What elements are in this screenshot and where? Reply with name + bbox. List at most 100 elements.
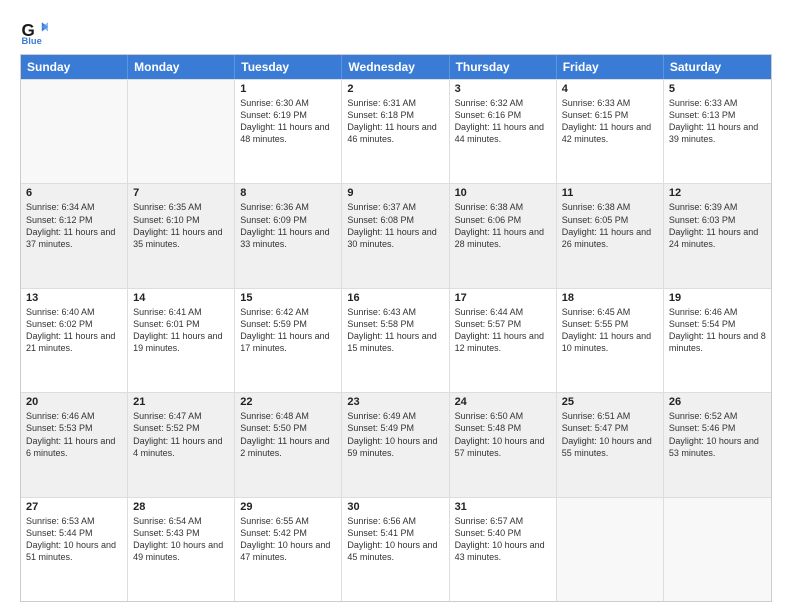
cell-info: Sunrise: 6:53 AMSunset: 5:44 PMDaylight:… [26,515,122,564]
day-number: 12 [669,187,766,199]
cell-info: Sunrise: 6:34 AMSunset: 6:12 PMDaylight:… [26,201,122,250]
cell-info: Sunrise: 6:49 AMSunset: 5:49 PMDaylight:… [347,410,443,459]
cell-info: Sunrise: 6:41 AMSunset: 6:01 PMDaylight:… [133,306,229,355]
cell-info: Sunrise: 6:38 AMSunset: 6:06 PMDaylight:… [455,201,551,250]
day-number: 6 [26,187,122,199]
day-number: 14 [133,292,229,304]
day-cell-17: 17 Sunrise: 6:44 AMSunset: 5:57 PMDayligh… [450,289,557,392]
cell-info: Sunrise: 6:37 AMSunset: 6:08 PMDaylight:… [347,201,443,250]
day-header-wednesday: Wednesday [342,55,449,79]
day-number: 3 [455,83,551,95]
day-number: 13 [26,292,122,304]
day-cell-26: 26Sunrise: 6:52 AMSunset: 5:46 PMDayligh… [664,393,771,496]
day-number: 18 [562,292,658,304]
day-cell-13: 13 Sunrise: 6:40 AMSunset: 6:02 PMDayligh… [21,289,128,392]
day-cell-12: 12 Sunrise: 6:39 AMSunset: 6:03 PMDayligh… [664,184,771,287]
day-number: 20 [26,396,122,408]
cell-info: Sunrise: 6:43 AMSunset: 5:58 PMDaylight:… [347,306,443,355]
cell-info: Sunrise: 6:45 AMSunset: 5:55 PMDaylight:… [562,306,658,355]
day-number: 5 [669,83,766,95]
cell-info: Sunrise: 6:40 AMSunset: 6:02 PMDaylight:… [26,306,122,355]
day-cell-11: 11 Sunrise: 6:38 AMSunset: 6:05 PMDayligh… [557,184,664,287]
header: G Blue [20,16,772,44]
empty-cell [128,80,235,183]
calendar-row-2: 6 Sunrise: 6:34 AMSunset: 6:12 PMDaylight… [21,183,771,287]
day-cell-2: 2 Sunrise: 6:31 AMSunset: 6:18 PMDaylight… [342,80,449,183]
day-cell-24: 24Sunrise: 6:50 AMSunset: 5:48 PMDayligh… [450,393,557,496]
cell-info: Sunrise: 6:33 AMSunset: 6:15 PMDaylight:… [562,97,658,146]
day-cell-18: 18 Sunrise: 6:45 AMSunset: 5:55 PMDayligh… [557,289,664,392]
day-cell-8: 8 Sunrise: 6:36 AMSunset: 6:09 PMDaylight… [235,184,342,287]
day-cell-15: 15Sunrise: 6:42 AMSunset: 5:59 PMDayligh… [235,289,342,392]
day-number: 28 [133,501,229,513]
day-cell-9: 9 Sunrise: 6:37 AMSunset: 6:08 PMDaylight… [342,184,449,287]
day-number: 21 [133,396,229,408]
calendar-body: 1 Sunrise: 6:30 AMSunset: 6:19 PMDaylight… [21,79,771,601]
day-cell-3: 3 Sunrise: 6:32 AMSunset: 6:16 PMDaylight… [450,80,557,183]
day-cell-28: 28Sunrise: 6:54 AMSunset: 5:43 PMDayligh… [128,498,235,601]
day-number: 9 [347,187,443,199]
day-cell-5: 5 Sunrise: 6:33 AMSunset: 6:13 PMDaylight… [664,80,771,183]
day-number: 23 [347,396,443,408]
day-cell-19: 19 Sunrise: 6:46 AMSunset: 5:54 PMDayligh… [664,289,771,392]
cell-info: Sunrise: 6:38 AMSunset: 6:05 PMDaylight:… [562,201,658,250]
day-cell-27: 27 Sunrise: 6:53 AMSunset: 5:44 PMDayligh… [21,498,128,601]
day-header-tuesday: Tuesday [235,55,342,79]
day-cell-20: 20 Sunrise: 6:46 AMSunset: 5:53 PMDayligh… [21,393,128,496]
day-number: 17 [455,292,551,304]
cell-info: Sunrise: 6:31 AMSunset: 6:18 PMDaylight:… [347,97,443,146]
cell-info: Sunrise: 6:39 AMSunset: 6:03 PMDaylight:… [669,201,766,250]
day-cell-29: 29Sunrise: 6:55 AMSunset: 5:42 PMDayligh… [235,498,342,601]
day-cell-16: 16Sunrise: 6:43 AMSunset: 5:58 PMDayligh… [342,289,449,392]
day-number: 19 [669,292,766,304]
day-cell-10: 10 Sunrise: 6:38 AMSunset: 6:06 PMDayligh… [450,184,557,287]
day-header-sunday: Sunday [21,55,128,79]
day-number: 11 [562,187,658,199]
calendar-row-5: 27 Sunrise: 6:53 AMSunset: 5:44 PMDayligh… [21,497,771,601]
cell-info: Sunrise: 6:44 AMSunset: 5:57 PMDaylight:… [455,306,551,355]
cell-info: Sunrise: 6:33 AMSunset: 6:13 PMDaylight:… [669,97,766,146]
day-cell-22: 22 Sunrise: 6:48 AMSunset: 5:50 PMDayligh… [235,393,342,496]
day-number: 15 [240,292,336,304]
cell-info: Sunrise: 6:55 AMSunset: 5:42 PMDaylight:… [240,515,336,564]
cell-info: Sunrise: 6:52 AMSunset: 5:46 PMDaylight:… [669,410,766,459]
empty-cell [664,498,771,601]
cell-info: Sunrise: 6:32 AMSunset: 6:16 PMDaylight:… [455,97,551,146]
day-cell-4: 4 Sunrise: 6:33 AMSunset: 6:15 PMDaylight… [557,80,664,183]
day-number: 31 [455,501,551,513]
day-cell-7: 7 Sunrise: 6:35 AMSunset: 6:10 PMDaylight… [128,184,235,287]
cell-info: Sunrise: 6:35 AMSunset: 6:10 PMDaylight:… [133,201,229,250]
cell-info: Sunrise: 6:46 AMSunset: 5:53 PMDaylight:… [26,410,122,459]
cell-info: Sunrise: 6:51 AMSunset: 5:47 PMDaylight:… [562,410,658,459]
day-number: 22 [240,396,336,408]
day-number: 2 [347,83,443,95]
day-header-thursday: Thursday [450,55,557,79]
day-number: 10 [455,187,551,199]
cell-info: Sunrise: 6:30 AMSunset: 6:19 PMDaylight:… [240,97,336,146]
day-cell-1: 1 Sunrise: 6:30 AMSunset: 6:19 PMDaylight… [235,80,342,183]
calendar-row-4: 20 Sunrise: 6:46 AMSunset: 5:53 PMDayligh… [21,392,771,496]
cell-info: Sunrise: 6:50 AMSunset: 5:48 PMDaylight:… [455,410,551,459]
day-cell-30: 30Sunrise: 6:56 AMSunset: 5:41 PMDayligh… [342,498,449,601]
logo: G Blue [20,16,52,44]
day-number: 7 [133,187,229,199]
page: G Blue SundayMondayTuesdayWednesdayThurs… [0,0,792,612]
calendar-header-row: SundayMondayTuesdayWednesdayThursdayFrid… [21,55,771,79]
svg-text:Blue: Blue [22,36,42,44]
day-number: 25 [562,396,658,408]
cell-info: Sunrise: 6:47 AMSunset: 5:52 PMDaylight:… [133,410,229,459]
day-cell-31: 31Sunrise: 6:57 AMSunset: 5:40 PMDayligh… [450,498,557,601]
cell-info: Sunrise: 6:48 AMSunset: 5:50 PMDaylight:… [240,410,336,459]
day-number: 1 [240,83,336,95]
day-number: 8 [240,187,336,199]
calendar-row-3: 13 Sunrise: 6:40 AMSunset: 6:02 PMDayligh… [21,288,771,392]
day-cell-6: 6 Sunrise: 6:34 AMSunset: 6:12 PMDaylight… [21,184,128,287]
cell-info: Sunrise: 6:46 AMSunset: 5:54 PMDaylight:… [669,306,766,355]
day-cell-25: 25 Sunrise: 6:51 AMSunset: 5:47 PMDayligh… [557,393,664,496]
calendar-row-1: 1 Sunrise: 6:30 AMSunset: 6:19 PMDaylight… [21,79,771,183]
day-number: 27 [26,501,122,513]
day-cell-14: 14 Sunrise: 6:41 AMSunset: 6:01 PMDayligh… [128,289,235,392]
cell-info: Sunrise: 6:36 AMSunset: 6:09 PMDaylight:… [240,201,336,250]
day-number: 30 [347,501,443,513]
day-number: 4 [562,83,658,95]
